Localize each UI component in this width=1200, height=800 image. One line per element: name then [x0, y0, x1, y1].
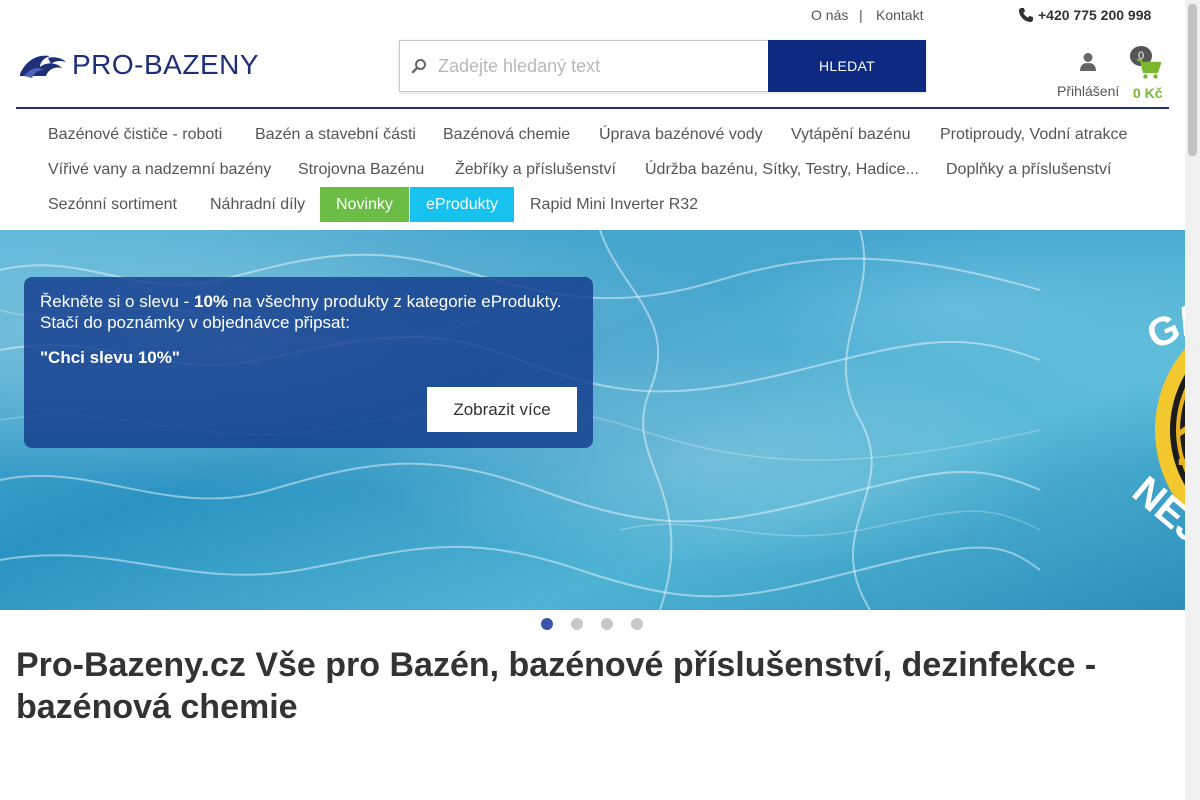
page-scrollbar[interactable] — [1185, 0, 1200, 800]
nav-item-rapid-mini[interactable]: Rapid Mini Inverter R32 — [514, 187, 714, 222]
page-title: Pro-Bazeny.cz Vše pro Bazén, bazénové př… — [16, 646, 1097, 726]
nav-item-eprodukty[interactable]: eProdukty — [410, 187, 515, 222]
site-logo[interactable]: PRO-BAZENY — [18, 48, 259, 82]
svg-text:10: 10 — [1175, 411, 1185, 478]
cart[interactable]: 0 0 Kč — [1130, 46, 1166, 106]
login-link[interactable]: Přihlášení — [1057, 52, 1119, 99]
header-divider — [16, 107, 1169, 109]
wave-logo-icon — [20, 55, 66, 78]
about-link[interactable]: O nás — [811, 7, 848, 23]
show-more-button[interactable]: Zobrazit více — [427, 387, 577, 432]
nav-row: Sezónní sortiment Náhradní díly Novinky … — [32, 187, 1182, 222]
guarantee-seal-icon: GA 10 NEJNI — [1124, 293, 1185, 578]
promo-quote: "Chci slevu 10%" — [40, 348, 180, 367]
promo-text: Řekněte si o slevu - 10% na všechny prod… — [40, 292, 562, 332]
carousel-dot-1[interactable] — [541, 618, 553, 630]
nav-item-accessories[interactable]: Doplňky a příslušenství — [930, 152, 1127, 187]
phone-contact[interactable]: +420 775 200 998 — [1018, 7, 1151, 23]
nav-item-cleaners[interactable]: Bazénové čističe - roboti — [32, 117, 238, 152]
carousel-dot-4[interactable] — [631, 618, 643, 630]
nav-item-hot-tubs[interactable]: Vířivé vany a nadzemní bazény — [32, 152, 287, 187]
nav-row: Bazénové čističe - roboti Bazén a staveb… — [32, 117, 1182, 152]
nav-item-heating[interactable]: Vytápění bazénu — [775, 117, 927, 152]
nav-item-maintenance[interactable]: Údržba bazénu, Sítky, Testry, Hadice... — [629, 152, 935, 187]
nav-item-machine-room[interactable]: Strojovna Bazénu — [282, 152, 440, 187]
carousel-dot-3[interactable] — [601, 618, 613, 630]
search-icon — [400, 41, 438, 91]
nav-item-chemistry[interactable]: Bazénová chemie — [427, 117, 586, 152]
svg-text:GA: GA — [1140, 293, 1185, 358]
search-button[interactable]: HLEDAT — [768, 40, 926, 92]
user-icon — [1080, 53, 1096, 71]
topbar-separator: | — [859, 7, 863, 23]
carousel-dots — [541, 618, 643, 630]
nav-item-pool-parts[interactable]: Bazén a stavební části — [239, 117, 432, 152]
search-bar: HLEDAT — [399, 40, 926, 92]
nav-item-ladders[interactable]: Žebříky a příslušenství — [439, 152, 632, 187]
nav-item-water-treatment[interactable]: Úprava bazénové vody — [583, 117, 779, 152]
nav-item-novinky[interactable]: Novinky — [320, 187, 409, 222]
phone-number: +420 775 200 998 — [1038, 7, 1152, 23]
logo-text: PRO-BAZENY — [72, 49, 260, 80]
login-label: Přihlášení — [1057, 83, 1120, 99]
carousel-dot-2[interactable] — [571, 618, 583, 630]
cart-icon — [1137, 58, 1162, 79]
promo-box: Řekněte si o slevu - 10% na všechny prod… — [24, 277, 593, 448]
nav-item-spare-parts[interactable]: Náhradní díly — [194, 187, 321, 222]
main-navigation: Bazénové čističe - roboti Bazén a staveb… — [32, 117, 1182, 222]
contact-link[interactable]: Kontakt — [876, 7, 923, 23]
nav-row: Vířivé vany a nadzemní bazény Strojovna … — [32, 152, 1182, 187]
scrollbar-thumb[interactable] — [1188, 4, 1197, 156]
top-bar: O nás | Kontakt +420 775 200 998 — [0, 0, 1185, 32]
phone-icon — [1019, 8, 1033, 22]
search-input[interactable] — [438, 41, 768, 91]
nav-item-counterflow[interactable]: Protiproudy, Vodní atrakce — [924, 117, 1143, 152]
cart-total: 0 Kč — [1133, 85, 1163, 101]
nav-item-seasonal[interactable]: Sezónní sortiment — [32, 187, 193, 222]
hero-banner[interactable]: Řekněte si o slevu - 10% na všechny prod… — [0, 230, 1185, 610]
